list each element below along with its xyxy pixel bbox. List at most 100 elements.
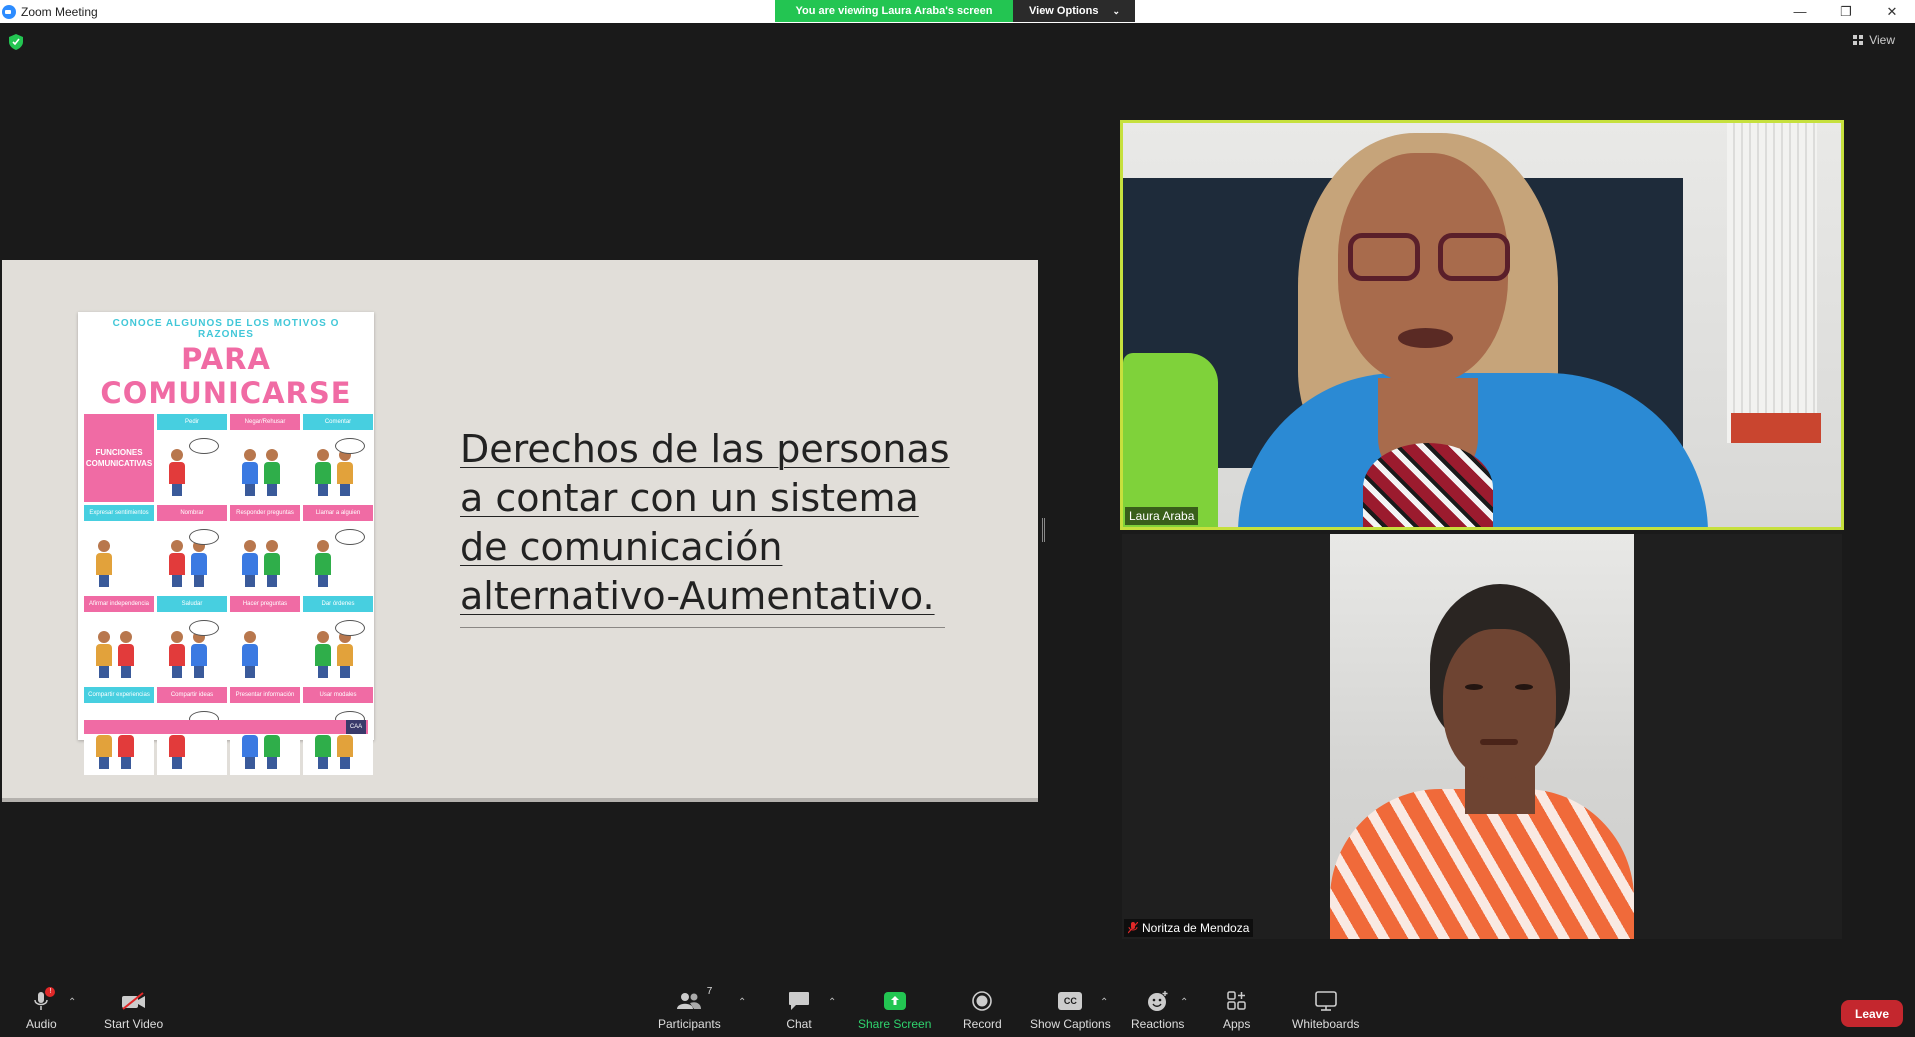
grid-view-icon bbox=[1853, 35, 1864, 45]
share-screen-label: Share Screen bbox=[858, 1017, 932, 1031]
video-tile-speaker[interactable]: Laura Araba bbox=[1120, 120, 1844, 530]
person-figure bbox=[96, 540, 112, 587]
poster-cell-label: Llamar a alguien bbox=[303, 505, 373, 521]
record-label: Record bbox=[963, 1017, 1002, 1031]
poster-cell-label: Comentar bbox=[303, 414, 373, 430]
chat-options-caret[interactable]: ⌃ bbox=[828, 997, 836, 1008]
person-figure bbox=[96, 631, 112, 678]
window-controls: — ❐ ✕ bbox=[1777, 0, 1915, 23]
muted-mic-icon bbox=[1128, 922, 1138, 934]
start-video-label: Start Video bbox=[104, 1017, 164, 1031]
participants-label: Participants bbox=[658, 1017, 721, 1031]
leave-button[interactable]: Leave bbox=[1841, 1000, 1903, 1027]
speaker-glasses bbox=[1348, 233, 1518, 283]
poster-cell: Negar/Rehusar bbox=[230, 414, 300, 502]
participants-button[interactable]: 7 Participants bbox=[658, 986, 721, 1031]
audio-button[interactable]: ! Audio bbox=[26, 987, 57, 1031]
poster-cell-label: Expresar sentimientos bbox=[84, 505, 154, 521]
apps-button[interactable]: Apps bbox=[1223, 990, 1250, 1031]
participants-count: 7 bbox=[706, 986, 713, 997]
participants-icon: 7 bbox=[676, 986, 712, 1012]
start-video-button[interactable]: Start Video bbox=[104, 990, 163, 1031]
poster-cell-label: Pedir bbox=[157, 414, 227, 430]
video-off-icon bbox=[121, 990, 147, 1012]
background-shelf bbox=[1731, 413, 1821, 443]
show-captions-label: Show Captions bbox=[1030, 1017, 1111, 1031]
person-figure bbox=[169, 631, 185, 678]
person-figure bbox=[242, 540, 258, 587]
poster-cell-label: Compartir ideas bbox=[157, 687, 227, 703]
reactions-options-caret[interactable]: ⌃ bbox=[1180, 997, 1188, 1008]
chat-button[interactable]: Chat bbox=[786, 990, 812, 1031]
captions-options-caret[interactable]: ⌃ bbox=[1100, 997, 1108, 1008]
chevron-down-icon: ⌄ bbox=[1112, 5, 1121, 16]
poster-illustration bbox=[165, 529, 219, 587]
functions-label: FUNCIONES COMUNICATIVAS bbox=[84, 414, 154, 502]
person-figure bbox=[242, 631, 258, 678]
poster-illustration bbox=[311, 620, 365, 678]
restore-button[interactable]: ❐ bbox=[1823, 0, 1869, 23]
captions-icon: CC bbox=[1057, 990, 1083, 1012]
show-captions-button[interactable]: CC Show Captions bbox=[1030, 990, 1111, 1031]
shared-screen: CONOCE ALGUNOS DE LOS MOTIVOS O RAZONES … bbox=[2, 260, 1038, 802]
slide-heading-text: Derechos de las personas a contar con un… bbox=[460, 427, 950, 618]
audio-options-caret[interactable]: ⌃ bbox=[68, 997, 76, 1008]
person-figure bbox=[337, 631, 353, 678]
apps-label: Apps bbox=[1223, 1017, 1251, 1031]
screen-share-banner: You are viewing Laura Araba's screen Vie… bbox=[775, 0, 1135, 22]
poster-cell-label: Compartir experiencias bbox=[84, 687, 154, 703]
speech-bubble bbox=[335, 529, 365, 545]
share-screen-button[interactable]: Share Screen bbox=[858, 990, 931, 1031]
poster-cell: Saludar bbox=[157, 596, 227, 684]
poster-cell: Comentar bbox=[303, 414, 373, 502]
poster-illustration bbox=[238, 438, 292, 496]
view-options-label: View Options bbox=[1029, 5, 1099, 17]
poster-illustration bbox=[238, 529, 292, 587]
poster-illustration bbox=[311, 529, 365, 587]
person-figure bbox=[264, 449, 280, 496]
reactions-button[interactable]: Reactions bbox=[1131, 990, 1184, 1031]
participant-face bbox=[1443, 629, 1556, 779]
minimize-button[interactable]: — bbox=[1777, 0, 1823, 23]
whiteboard-icon bbox=[1313, 990, 1339, 1012]
poster-cell: Hacer preguntas bbox=[230, 596, 300, 684]
speaker-mouth bbox=[1398, 328, 1453, 348]
person-figure bbox=[264, 540, 280, 587]
poster-illustration bbox=[238, 620, 292, 678]
background-blinds bbox=[1727, 123, 1817, 443]
shield-icon[interactable] bbox=[9, 34, 23, 50]
view-options-button[interactable]: View Options ⌄ bbox=[1013, 0, 1135, 22]
poster-cell-label: Presentar información bbox=[230, 687, 300, 703]
poster-cell: Afirmar independencia bbox=[84, 596, 154, 684]
poster-cell: Nombrar bbox=[157, 505, 227, 593]
speech-bubble bbox=[189, 620, 219, 636]
participant-eye bbox=[1515, 684, 1533, 690]
view-button[interactable]: View bbox=[1853, 33, 1895, 47]
participants-options-caret[interactable]: ⌃ bbox=[738, 997, 746, 1008]
poster-illustration bbox=[165, 438, 219, 496]
poster-cell-label: Negar/Rehusar bbox=[230, 414, 300, 430]
person-figure bbox=[118, 631, 134, 678]
poster-illustration bbox=[92, 529, 146, 587]
viewing-screen-label: You are viewing Laura Araba's screen bbox=[775, 0, 1013, 22]
record-button[interactable]: Record bbox=[963, 990, 1002, 1031]
person-figure bbox=[315, 631, 331, 678]
microphone-icon: ! bbox=[28, 987, 56, 1012]
poster-cell: Pedir bbox=[157, 414, 227, 502]
poster-cell-label: Dar órdenes bbox=[303, 596, 373, 612]
speech-bubble bbox=[335, 620, 365, 636]
person-figure bbox=[191, 631, 207, 678]
speaker-scarf bbox=[1363, 443, 1493, 527]
poster-cell-label: Hacer preguntas bbox=[230, 596, 300, 612]
speech-bubble bbox=[335, 438, 365, 454]
audio-label: Audio bbox=[26, 1017, 57, 1031]
panel-splitter-handle[interactable] bbox=[1042, 518, 1045, 542]
poster-cell-label: Saludar bbox=[157, 596, 227, 612]
meeting-toolbar: ! Audio ⌃ Start Video 7 Participants ⌃ C… bbox=[0, 980, 1915, 1037]
poster-illustration bbox=[92, 620, 146, 678]
whiteboards-button[interactable]: Whiteboards bbox=[1292, 990, 1359, 1031]
window-title: Zoom Meeting bbox=[21, 4, 98, 19]
close-button[interactable]: ✕ bbox=[1869, 0, 1915, 23]
poster-cell: Dar órdenes bbox=[303, 596, 373, 684]
participant-eye bbox=[1465, 684, 1483, 690]
